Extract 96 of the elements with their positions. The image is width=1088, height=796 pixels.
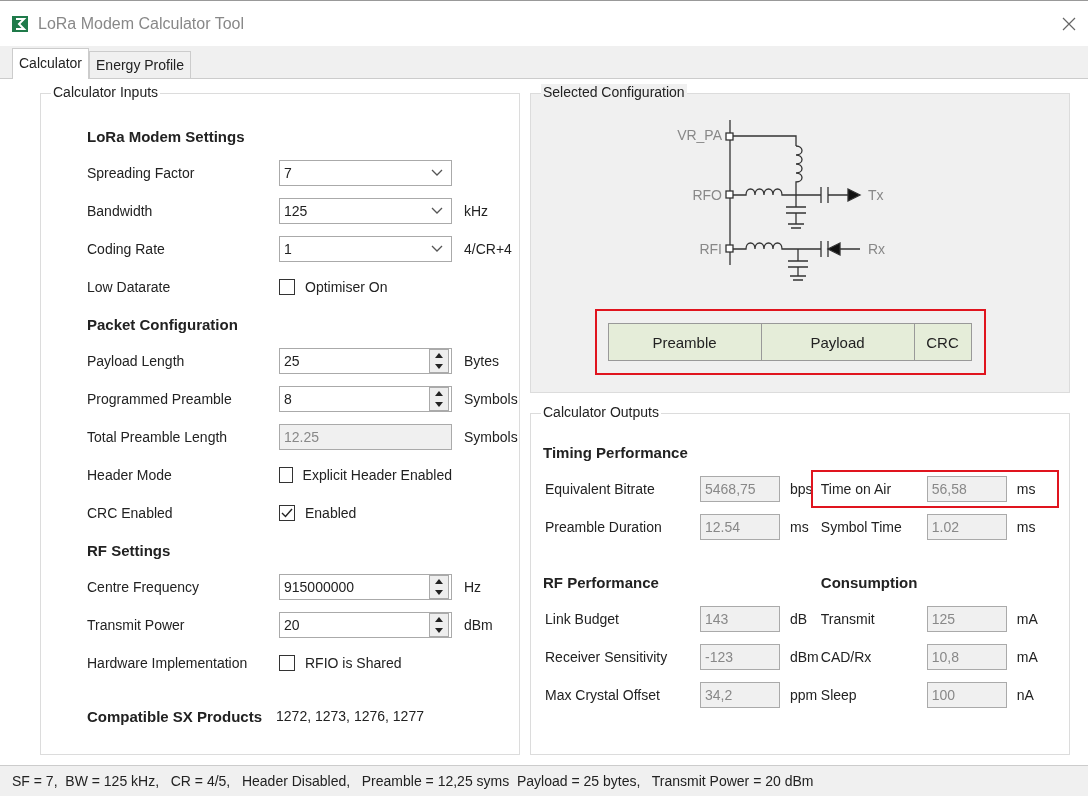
readonly-field: 12.54: [700, 514, 780, 540]
window-title: LoRa Modem Calculator Tool: [38, 14, 246, 33]
readonly-field: 143: [700, 606, 780, 632]
products-text: 1272, 1273, 1276, 1277: [276, 708, 424, 724]
readonly-field: 5468,75: [700, 476, 780, 502]
spinner-icon[interactable]: [429, 575, 449, 599]
group-title: Selected Configuration: [541, 84, 687, 100]
section-heading: Compatible SX Products: [87, 706, 263, 727]
readonly-field: 12.25: [279, 424, 452, 450]
circuit-label: Tx: [868, 187, 884, 203]
section-heading: LoRa Modem Settings: [87, 126, 246, 147]
checkbox-label: Explicit Header Enabled: [302, 467, 452, 483]
readonly-field: 34,2: [700, 682, 780, 708]
field-label: Header Mode: [87, 467, 173, 483]
readonly-field: -123: [700, 644, 780, 670]
unit-label: ppm: [790, 687, 819, 703]
field-label: Total Preamble Length: [87, 429, 229, 445]
checkbox-label: Enabled: [305, 505, 357, 521]
output-label: Time on Air: [820, 481, 893, 497]
output-label: Max Crystal Offset: [545, 687, 661, 703]
unit-label: kHz: [464, 203, 490, 219]
chevron-down-icon: [431, 169, 443, 177]
checkbox[interactable]: [279, 505, 295, 521]
unit-label: Bytes: [464, 353, 500, 369]
checkbox-label: Optimiser On: [305, 279, 388, 295]
field-label: Bandwidth: [87, 203, 154, 219]
readonly-field: 10,8: [926, 644, 1007, 670]
readonly-field: 1.02: [926, 514, 1007, 540]
unit-label: mA: [1016, 611, 1039, 627]
circuit-label: RFO: [692, 187, 722, 203]
output-label: Sleep: [820, 687, 858, 703]
status-bar: SF = 7, BW = 125 kHz, CR = 4/5, Header Disabled, Preamble = 12,25 syms Payload = 25 bytes, Transmit Power = 20 dBm: [0, 765, 1088, 796]
output-label: Equivalent Bitrate: [545, 481, 656, 497]
field-label: Hardware Implementation: [87, 655, 249, 671]
close-icon[interactable]: [1062, 16, 1076, 31]
unit-label: dBm: [464, 617, 494, 633]
unit-label: ms: [1016, 481, 1037, 497]
chevron-down-icon: [431, 207, 443, 215]
section-heading: Packet Configuration: [87, 314, 239, 335]
spinner-icon[interactable]: [429, 613, 449, 637]
output-label: Link Budget: [545, 611, 620, 627]
section-heading: Timing Performance: [543, 442, 689, 463]
output-label: Preamble Duration: [545, 519, 663, 535]
field-label: Spreading Factor: [87, 165, 196, 181]
readonly-field: 100: [926, 682, 1007, 708]
group-title: Calculator Outputs: [541, 404, 661, 420]
field-label: Transmit Power: [87, 617, 186, 633]
section-heading: RF Settings: [87, 540, 172, 561]
field-label: Low Datarate: [87, 279, 172, 295]
dropdown[interactable]: 1: [279, 236, 452, 262]
unit-label: dB: [790, 611, 809, 627]
output-label: Transmit: [820, 611, 876, 627]
tab[interactable]: Energy Profile: [89, 51, 191, 78]
output-label: Symbol Time: [820, 519, 903, 535]
packet-field: Payload: [760, 323, 915, 361]
spin-field[interactable]: 915000000: [279, 574, 452, 600]
field-label: Payload Length: [87, 353, 186, 369]
spinner-icon[interactable]: [429, 349, 449, 373]
output-label: Receiver Sensitivity: [545, 649, 669, 665]
spinner-icon[interactable]: [429, 387, 449, 411]
circuit-label: VR_PA: [677, 127, 722, 143]
spin-field[interactable]: 8: [279, 386, 452, 412]
checkbox-label: RFIO is Shared: [305, 655, 402, 671]
output-label: CAD/Rx: [820, 649, 873, 665]
unit-label: Symbols: [464, 429, 519, 445]
unit-label: Symbols: [464, 391, 519, 407]
field-label: Programmed Preamble: [87, 391, 233, 407]
unit-label: Hz: [464, 579, 483, 595]
app-logo-icon: [12, 15, 28, 32]
circuit-label: Rx: [868, 241, 886, 257]
section-heading: RF Performance: [543, 572, 660, 593]
tab[interactable]: Calculator: [12, 48, 90, 79]
field-label: CRC Enabled: [87, 505, 174, 521]
packet-field: Preamble: [607, 323, 762, 361]
unit-label: dBm: [790, 649, 819, 665]
spin-field[interactable]: 20: [279, 612, 452, 638]
unit-label: nA: [1016, 687, 1035, 703]
dropdown[interactable]: 7: [279, 160, 452, 186]
unit-label: 4/CR+4: [464, 241, 513, 257]
field-label: Coding Rate: [87, 241, 166, 257]
spin-field[interactable]: 25: [279, 348, 452, 374]
group-title: Calculator Inputs: [51, 84, 161, 100]
circuit-label: RFI: [699, 241, 722, 257]
chevron-down-icon: [431, 245, 443, 253]
checkbox[interactable]: [279, 467, 293, 483]
field-label: Centre Frequency: [87, 579, 201, 595]
unit-label: mA: [1016, 649, 1039, 665]
packet-field: CRC: [913, 323, 972, 361]
unit-label: ms: [790, 519, 810, 535]
section-heading: Consumption: [820, 572, 919, 593]
checkbox[interactable]: [279, 655, 295, 671]
dropdown[interactable]: 125: [279, 198, 452, 224]
readonly-field: 56,58: [926, 476, 1007, 502]
unit-label: ms: [1016, 519, 1037, 535]
readonly-field: 125: [926, 606, 1007, 632]
checkbox[interactable]: [279, 279, 295, 295]
